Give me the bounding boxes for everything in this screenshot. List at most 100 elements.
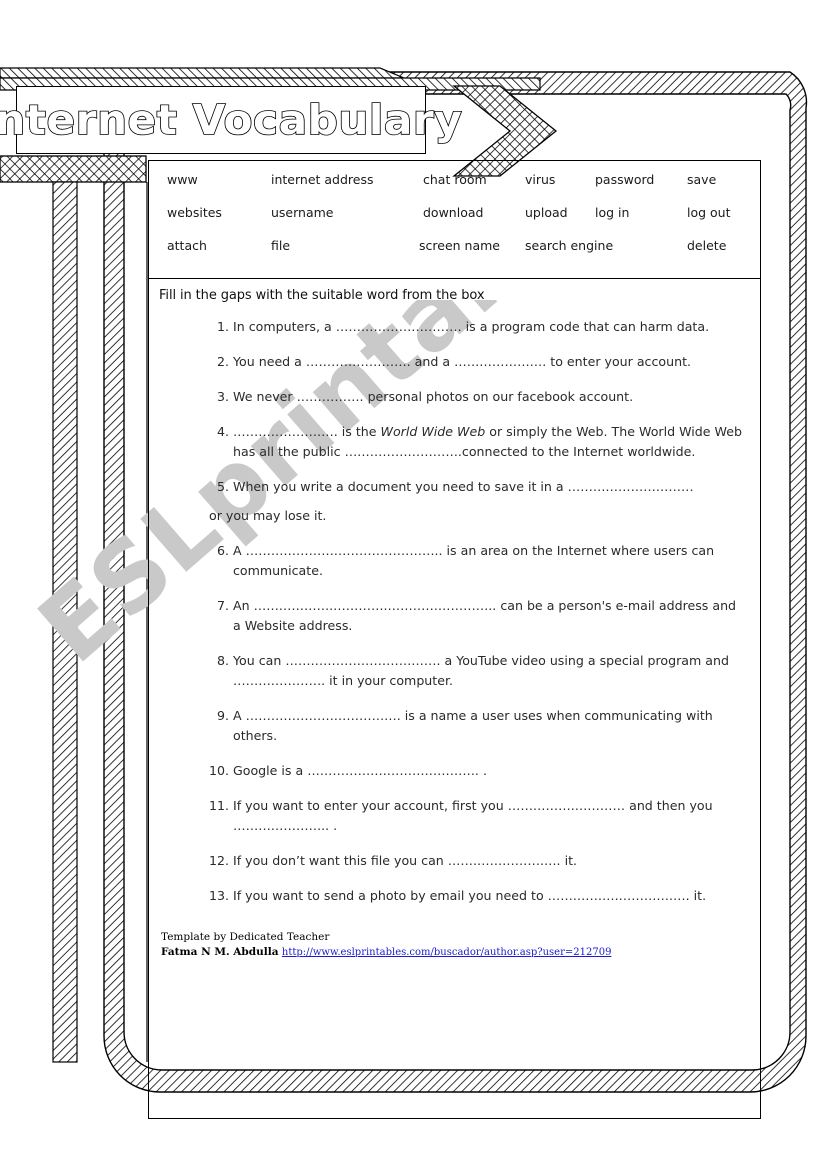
question-fragment: ……………….…………………. xyxy=(307,763,479,778)
worksheet-page: Internet Vocabulary ESLprintables.com ww… xyxy=(0,0,826,1169)
question-fragment: We never xyxy=(233,389,297,404)
question-fragment: An xyxy=(233,598,254,613)
question-fragment: ………………………… xyxy=(567,479,694,494)
title-banner: Internet Vocabulary xyxy=(0,86,463,154)
word-bank-item: chat room xyxy=(423,172,487,187)
credit-template-prefix: Template by xyxy=(161,931,230,943)
word-bank-item: screen name xyxy=(419,238,500,253)
question-fragment: ………………………………. xyxy=(285,653,441,668)
question-fragment: is a program code that can harm data. xyxy=(461,319,710,334)
credit-footer: Template by Dedicated Teacher Fatma N M.… xyxy=(161,930,750,960)
word-bank-item: www xyxy=(167,172,198,187)
question-text: If you want to enter your account, first… xyxy=(233,798,713,833)
question-fragment: ……………………. xyxy=(233,424,338,439)
word-bank-item: delete xyxy=(687,238,727,253)
word-bank-item: save xyxy=(687,172,717,187)
question-fragment: If you want to enter your account, first… xyxy=(233,798,508,813)
question-text: A ………………………………. is a name a user uses wh… xyxy=(233,708,713,743)
question-item: 10. Google is a ……………….…………………. . xyxy=(207,761,744,781)
question-item: 4. ……………………. is the World Wide Web or si… xyxy=(207,422,744,462)
word-bank-item: websites xyxy=(167,205,222,220)
question-number: 8. xyxy=(216,653,229,668)
question-fragment: A xyxy=(233,543,246,558)
question-fragment: ……………………………………….. xyxy=(245,543,443,558)
question-continuation: or you may lose it. xyxy=(209,508,327,523)
question-fragment: a YouTube video using a special program … xyxy=(440,653,729,668)
question-number: 12. xyxy=(208,853,229,868)
question-fragment: You need a xyxy=(233,354,306,369)
question-item: 6. A ……………………………………….. is an area on the … xyxy=(207,541,744,581)
question-number: 4. xyxy=(216,424,229,439)
word-bank-item: internet address xyxy=(271,172,374,187)
word-bank-item: log out xyxy=(687,205,731,220)
question-fragment: connected to the Internet worldwide. xyxy=(461,444,696,459)
author-profile-link[interactable]: http://www.eslprintables.com/buscador/au… xyxy=(282,947,612,958)
question-item: 8. You can ………………………………. a YouTube video … xyxy=(207,651,744,691)
question-fragment: it. xyxy=(689,888,707,903)
word-bank-item: log in xyxy=(595,205,630,220)
question-fragment: ………………………………. xyxy=(245,708,401,723)
word-bank-item: password xyxy=(595,172,655,187)
credit-template-name: Dedicated Teacher xyxy=(229,931,330,943)
question-number: 7. xyxy=(216,598,229,613)
question-fragment: …………………. xyxy=(233,673,326,688)
question-fragment: Google is a xyxy=(233,763,308,778)
question-fragment: to enter your account. xyxy=(546,354,692,369)
word-bank-item: attach xyxy=(167,238,207,253)
question-fragment: If you don’t want this file you can xyxy=(233,853,448,868)
instruction-text: Fill in the gaps with the suitable word … xyxy=(159,288,485,303)
question-fragment: If you want to send a photo by email you… xyxy=(233,888,548,903)
question-fragment: and a xyxy=(410,354,455,369)
credit-author-line: Fatma N M. Abdulla http://www.eslprintab… xyxy=(161,945,750,960)
word-bank-row: www internet address chat room virus passwor… xyxy=(159,169,750,202)
question-text: You need a ……………………. and a …………………. to e… xyxy=(233,354,691,369)
exercise-box: Fill in the gaps with the suitable word … xyxy=(148,279,761,1119)
word-bank-item: upload xyxy=(525,205,568,220)
question-item: 12. If you don’t want this file you can …… xyxy=(207,851,744,871)
question-item: 2. You need a ……………………. and a …………………. to… xyxy=(207,352,744,372)
question-fragment: ………………………. xyxy=(344,444,462,459)
question-number: 5. xyxy=(216,479,229,494)
question-fragment: is the xyxy=(337,424,381,439)
question-fragment: …………………. xyxy=(454,354,547,369)
question-item: 1. In computers, a ………………………… is a progra… xyxy=(207,317,744,337)
question-list: 1. In computers, a ………………………… is a progra… xyxy=(159,317,750,906)
question-item: 13. If you want to send a photo by email … xyxy=(207,886,744,906)
question-item: 5. When you write a document you need to … xyxy=(207,477,744,497)
credit-template-line: Template by Dedicated Teacher xyxy=(161,930,750,945)
question-item: 11. If you want to enter your account, fi… xyxy=(207,796,744,836)
question-fragment: ……………………. xyxy=(305,354,411,369)
question-fragment: it. xyxy=(560,853,578,868)
question-text: When you write a document you need to sa… xyxy=(233,479,694,494)
question-fragment: and then you xyxy=(625,798,713,813)
question-number: 3. xyxy=(216,389,229,404)
question-number: 9. xyxy=(216,708,229,723)
question-fragment: ………………….. xyxy=(233,818,330,833)
worksheet-content: www internet address chat room virus passwor… xyxy=(148,160,761,1119)
question-text: We never ……………. personal photos on our f… xyxy=(233,389,633,404)
question-fragment: A xyxy=(233,708,246,723)
question-fragment: it in your computer. xyxy=(325,673,454,688)
question-item: 3. We never ……………. personal photos on our… xyxy=(207,387,744,407)
question-text: If you don’t want this file you can …….…… xyxy=(233,853,577,868)
question-text: An ……………….………….…………………….. can be a perso… xyxy=(233,598,736,633)
question-fragment: In computers, a xyxy=(233,319,336,334)
question-fragment: When you write a document you need to sa… xyxy=(233,479,568,494)
question-text: Google is a ……………….…………………. . xyxy=(233,763,487,778)
word-bank-item: username xyxy=(271,205,334,220)
question-number: 6. xyxy=(216,543,229,558)
word-bank-row: websites username download upload log in log … xyxy=(159,202,750,235)
question-emphasis: World Wide Web xyxy=(380,424,486,439)
question-text: You can ………………………………. a YouTube video us… xyxy=(233,653,729,688)
page-title: Internet Vocabulary xyxy=(0,95,463,144)
word-bank-row: attach file screen name search engine delete xyxy=(159,235,750,268)
question-text: If you want to send a photo by email you… xyxy=(233,888,706,903)
question-fragment: …………….………… xyxy=(507,798,626,813)
question-number: 2. xyxy=(216,354,229,369)
question-text: ……………………. is the World Wide Web or simpl… xyxy=(233,424,742,459)
question-number: 11. xyxy=(208,798,229,813)
word-bank-item: virus xyxy=(525,172,556,187)
question-number: 13. xyxy=(208,888,229,903)
question-number: 1. xyxy=(216,319,229,334)
question-fragment: You can xyxy=(233,653,286,668)
